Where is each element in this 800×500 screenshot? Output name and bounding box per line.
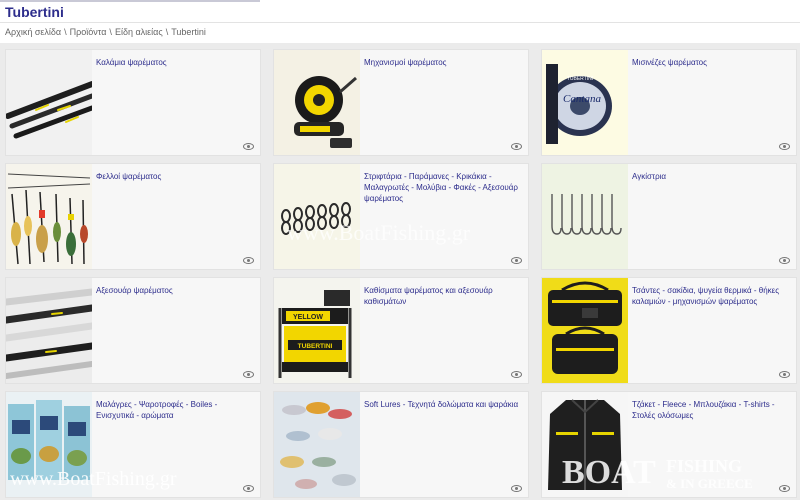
breadcrumb-products[interactable]: Προϊόντα	[70, 27, 107, 37]
breadcrumb-separator: \	[64, 27, 67, 37]
eye-icon[interactable]	[779, 371, 790, 378]
breadcrumb-separator: \	[165, 27, 169, 37]
category-card[interactable]: Αγκίστρια	[541, 163, 797, 270]
eye-icon[interactable]	[779, 143, 790, 150]
thumb-seat-brand: TUBERTINI	[298, 343, 333, 350]
groundbait-bags-thumbnail[interactable]	[6, 392, 92, 497]
soft-lures-thumbnail[interactable]	[274, 392, 360, 497]
fishing-floats-thumbnail[interactable]	[6, 164, 92, 269]
fishing-bags-thumbnail[interactable]	[542, 278, 628, 383]
category-card[interactable]: YELLOW TUBERTINI Καθίσματα ψαρέματος και…	[273, 277, 529, 384]
fishing-jacket-thumbnail[interactable]	[542, 392, 628, 497]
category-link[interactable]: Μαλάγρες - Ψαροτροφές - Boiles - Ενισχυτ…	[96, 399, 254, 421]
category-link[interactable]: Μηχανισμοί ψαρέματος	[364, 57, 522, 68]
category-link[interactable]: Καλάμια ψαρέματος	[96, 57, 254, 68]
eye-icon[interactable]	[243, 485, 254, 492]
thumb-seat-yellow: YELLOW	[293, 314, 323, 321]
eye-icon[interactable]	[243, 143, 254, 150]
eye-icon[interactable]	[511, 485, 522, 492]
category-link[interactable]: Φελλοί ψαρέματος	[96, 171, 254, 182]
category-card[interactable]: Μηχανισμοί ψαρέματος	[273, 49, 529, 156]
category-link[interactable]: Αγκίστρια	[632, 171, 790, 182]
top-accent-line	[0, 0, 260, 2]
category-card[interactable]: Τσάντες - σακίδια, ψυγεία θερμικά - θήκε…	[541, 277, 797, 384]
page-title: Tubertini	[5, 4, 64, 20]
category-link[interactable]: Μισινέζες ψαρέματος	[632, 57, 790, 68]
category-card[interactable]: TUBERTINI Cantana Μισινέζες ψαρέματος	[541, 49, 797, 156]
fishing-line-spool-thumbnail[interactable]: TUBERTINI Cantana	[542, 50, 628, 155]
eye-icon[interactable]	[243, 257, 254, 264]
eye-icon[interactable]	[511, 257, 522, 264]
category-card[interactable]: Φελλοί ψαρέματος	[5, 163, 261, 270]
category-card[interactable]: Μαλάγρες - Ψαροτροφές - Boiles - Ενισχυτ…	[5, 391, 261, 498]
breadcrumb-home[interactable]: Αρχική σελίδα	[5, 27, 61, 37]
eye-icon[interactable]	[511, 143, 522, 150]
eye-icon[interactable]	[779, 485, 790, 492]
category-link[interactable]: Στριφτάρια - Παράμανες - Κρικάκια - Μαλα…	[364, 171, 522, 204]
hooks-thumbnail[interactable]	[542, 164, 628, 269]
category-card[interactable]: Τζάκετ - Fleece - Μπλουζάκια - T-shirts …	[541, 391, 797, 498]
category-card[interactable]: Soft Lures - Τεχνητά δολώματα και ψαράκι…	[273, 391, 529, 498]
eye-icon[interactable]	[243, 371, 254, 378]
category-link[interactable]: Τσάντες - σακίδια, ψυγεία θερμικά - θήκε…	[632, 285, 790, 307]
eye-icon[interactable]	[779, 257, 790, 264]
rod-sections-thumbnail[interactable]	[6, 278, 92, 383]
category-card[interactable]: Καλάμια ψαρέματος	[5, 49, 261, 156]
category-card[interactable]: Αξεσουάρ ψαρέματος	[5, 277, 261, 384]
thumb-line-brand: TUBERTINI	[567, 76, 593, 82]
breadcrumb: Αρχική σελίδα \ Προϊόντα \ Είδη αλιείας \ Tube…	[5, 27, 206, 37]
title-divider	[0, 22, 800, 23]
fishing-reel-thumbnail[interactable]	[274, 50, 360, 155]
swivels-thumbnail[interactable]	[274, 164, 360, 269]
eye-icon[interactable]	[511, 371, 522, 378]
category-link[interactable]: Καθίσματα ψαρέματος και αξεσουάρ καθισμά…	[364, 285, 522, 307]
category-link[interactable]: Αξεσουάρ ψαρέματος	[96, 285, 254, 296]
category-card[interactable]: Στριφτάρια - Παράμανες - Κρικάκια - Μαλα…	[273, 163, 529, 270]
breadcrumb-current: Tubertini	[171, 27, 206, 37]
thumb-line-name: Cantana	[563, 93, 601, 105]
fishing-rods-thumbnail[interactable]	[6, 50, 92, 155]
breadcrumb-fishing[interactable]: Είδη αλιείας	[115, 27, 163, 37]
category-grid: Καλάμια ψαρέματος Μηχανισμοί ψαρέματος T…	[0, 43, 800, 500]
category-link[interactable]: Soft Lures - Τεχνητά δολώματα και ψαράκι…	[364, 399, 522, 410]
category-link[interactable]: Τζάκετ - Fleece - Μπλουζάκια - T-shirts …	[632, 399, 790, 421]
breadcrumb-separator: \	[109, 27, 112, 37]
fishing-seatbox-thumbnail[interactable]: YELLOW TUBERTINI	[274, 278, 360, 383]
